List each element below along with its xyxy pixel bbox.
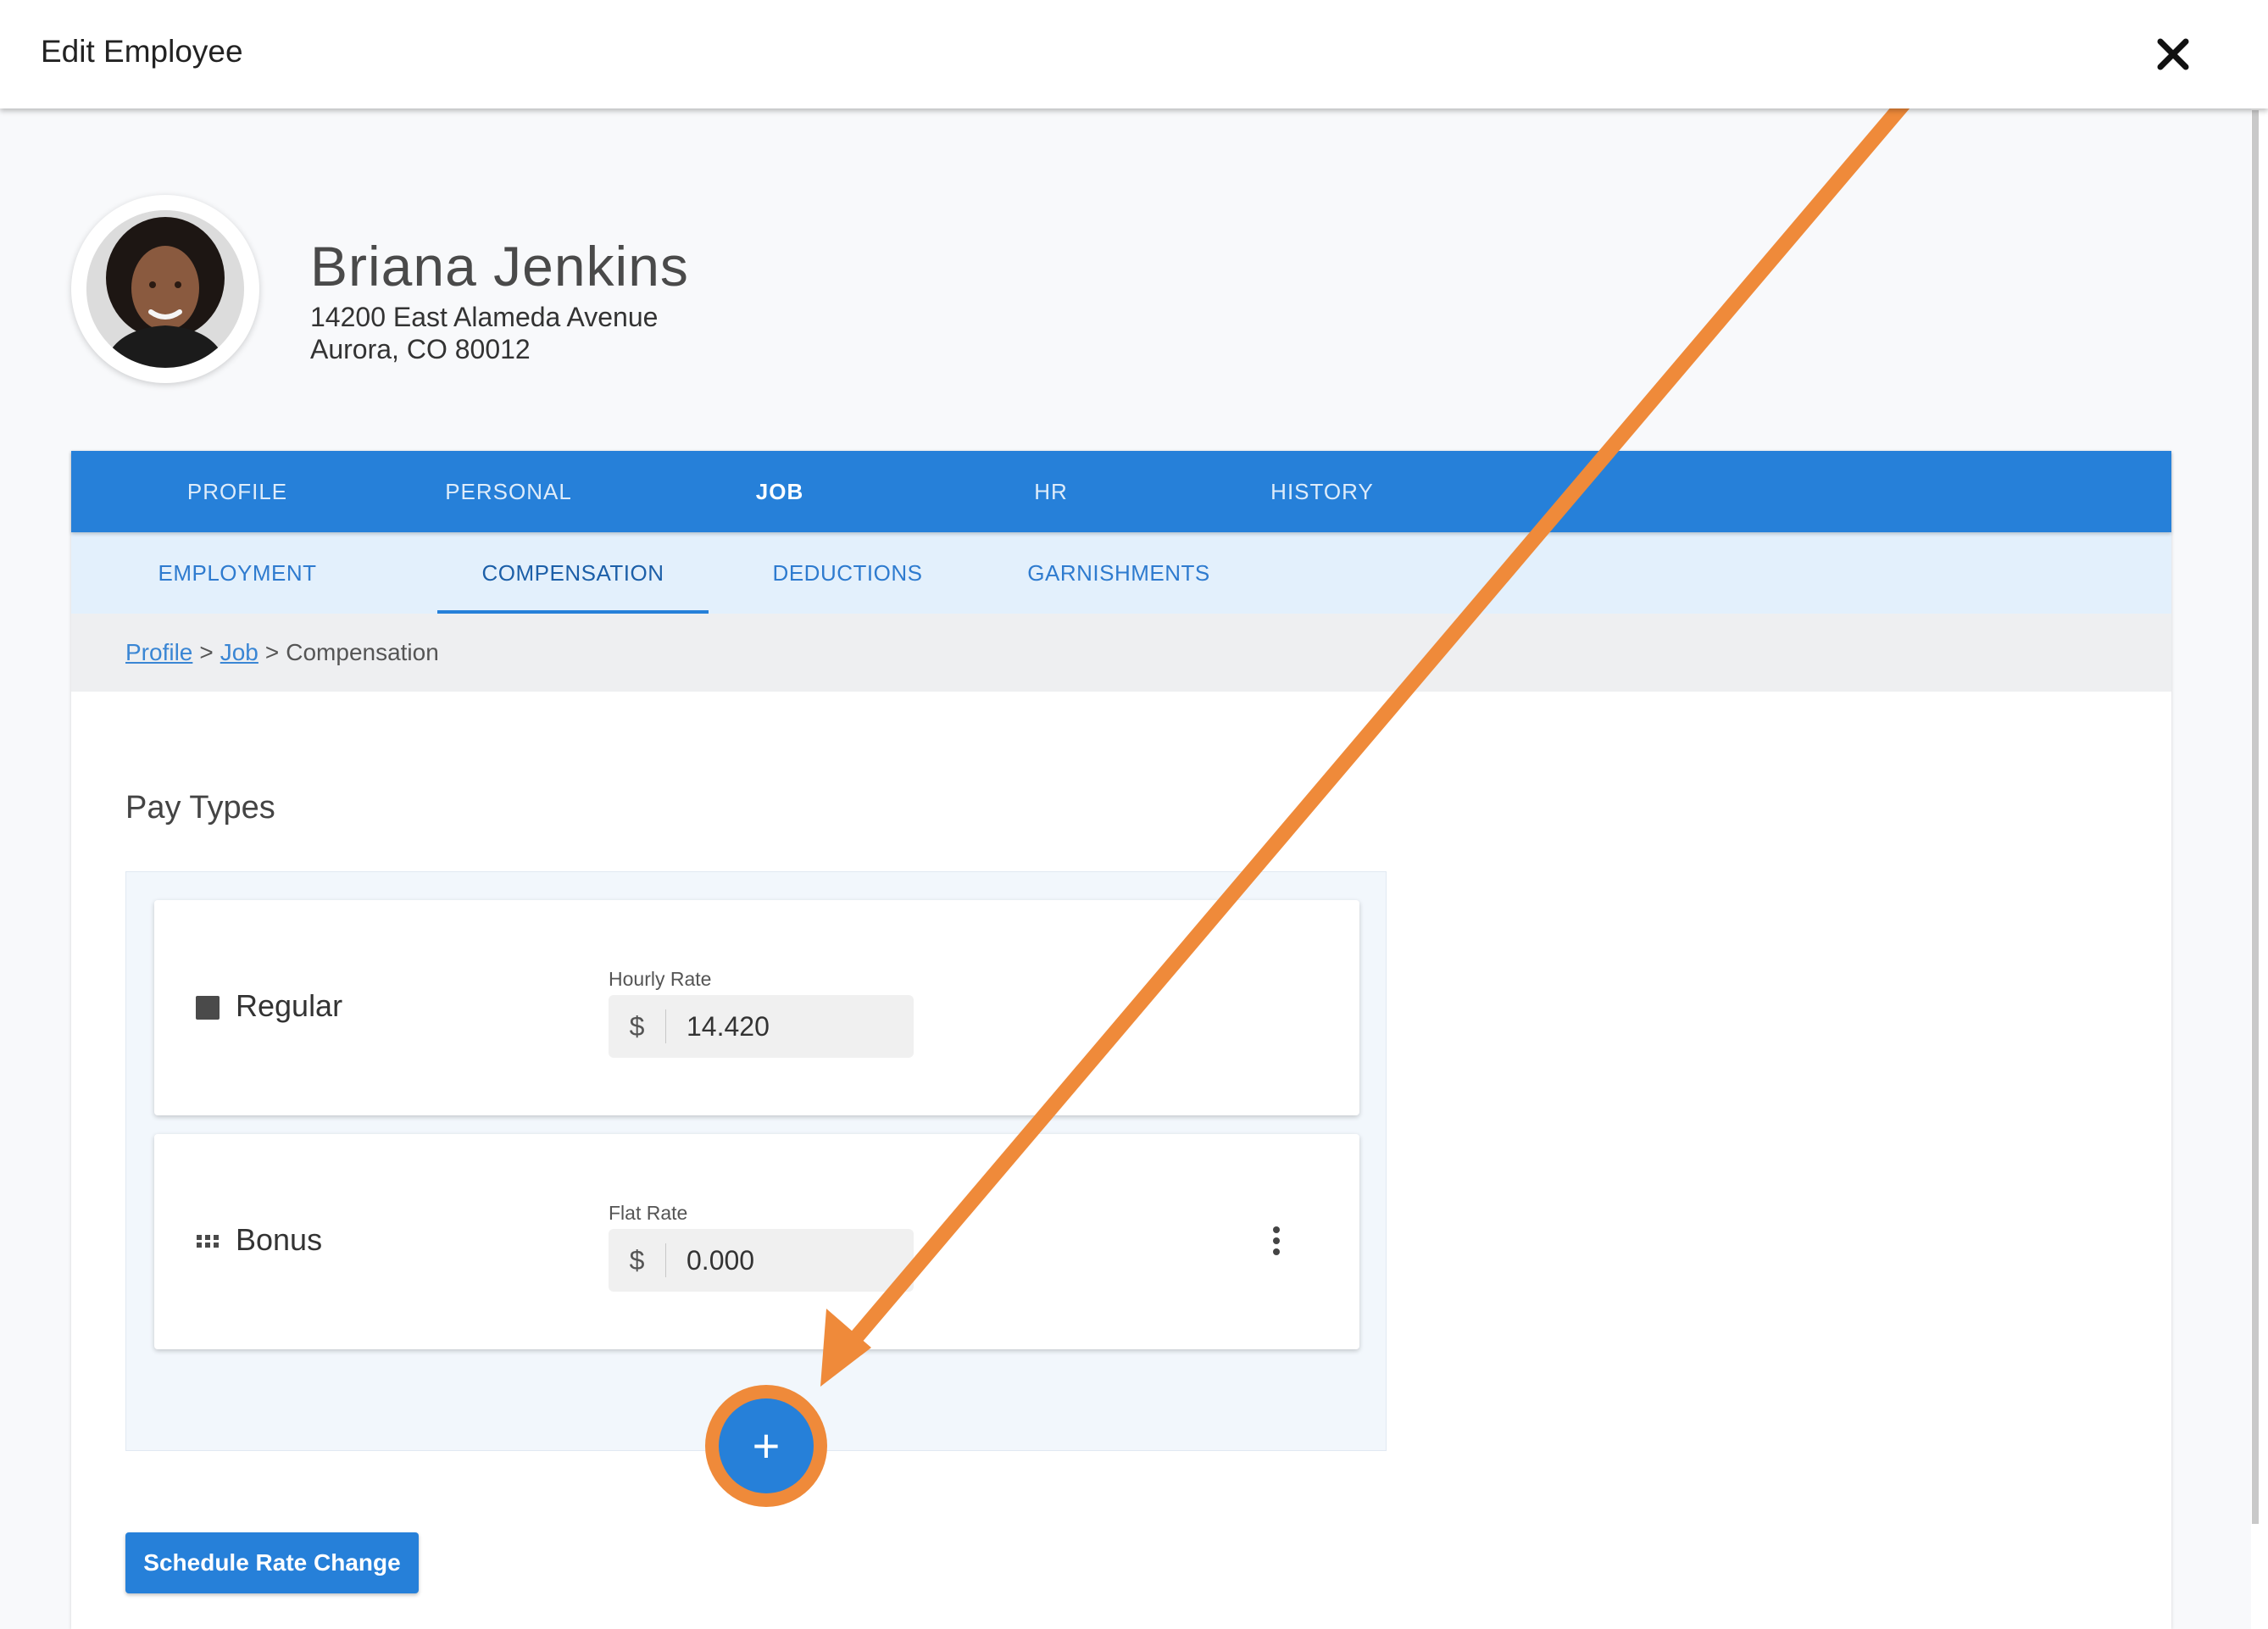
hourly-rate-input[interactable] xyxy=(666,1010,903,1042)
pay-type-card-bonus: Bonus Flat Rate $ xyxy=(154,1134,1359,1349)
square-icon xyxy=(196,996,220,1020)
tab-hr[interactable]: HR xyxy=(915,451,1187,532)
hourly-rate-field[interactable]: $ xyxy=(609,995,914,1058)
secondary-tabs: EMPLOYMENT COMPENSATION DEDUCTIONS GARNI… xyxy=(71,532,2171,614)
rate-label: Hourly Rate xyxy=(609,968,712,990)
avatar-frame xyxy=(71,195,259,383)
more-vertical-icon xyxy=(1273,1248,1280,1255)
tab-compensation[interactable]: COMPENSATION xyxy=(437,532,709,614)
breadcrumb-current: Compensation xyxy=(286,639,439,665)
dialog-title: Edit Employee xyxy=(41,34,243,69)
pay-type-name: Bonus xyxy=(236,1222,323,1257)
employee-address-line1: 14200 East Alameda Avenue xyxy=(310,302,659,332)
close-button[interactable] xyxy=(2153,31,2193,78)
tab-history[interactable]: HISTORY xyxy=(1187,451,1458,532)
currency-prefix: $ xyxy=(609,1009,666,1043)
plus-icon: + xyxy=(719,1398,814,1493)
rate-label: Flat Rate xyxy=(609,1202,688,1224)
schedule-rate-change-button[interactable]: Schedule Rate Change xyxy=(125,1532,419,1593)
close-icon xyxy=(2157,38,2189,70)
breadcrumb-job-link[interactable]: Job xyxy=(220,639,258,666)
breadcrumb-profile-link[interactable]: Profile xyxy=(125,639,192,666)
add-pay-type-button[interactable]: + xyxy=(705,1385,827,1507)
currency-prefix: $ xyxy=(609,1243,666,1277)
pay-type-card-regular: Regular Hourly Rate $ xyxy=(154,900,1359,1115)
tab-profile[interactable]: PROFILE xyxy=(102,451,373,532)
grid-dots-icon xyxy=(197,1235,219,1248)
more-options-button[interactable] xyxy=(1259,1224,1293,1258)
breadcrumb-separator: > xyxy=(264,639,280,665)
tab-deductions[interactable]: DEDUCTIONS xyxy=(712,532,983,614)
primary-tabs: PROFILE PERSONAL JOB HR HISTORY xyxy=(71,451,2171,532)
more-vertical-icon xyxy=(1273,1226,1280,1233)
employee-name: Briana Jenkins xyxy=(310,235,689,297)
breadcrumb: Profile > Job > Compensation xyxy=(71,614,2171,692)
scrollbar-thumb[interactable] xyxy=(2252,110,2259,1524)
tab-personal[interactable]: PERSONAL xyxy=(373,451,644,532)
tab-garnishments[interactable]: GARNISHMENTS xyxy=(983,532,1254,614)
breadcrumb-separator: > xyxy=(199,639,214,665)
flat-rate-field[interactable]: $ xyxy=(609,1229,914,1292)
more-vertical-icon xyxy=(1273,1237,1280,1244)
pay-types-heading: Pay Types xyxy=(125,790,275,826)
employee-address-line2: Aurora, CO 80012 xyxy=(310,334,531,364)
tab-job[interactable]: JOB xyxy=(644,451,915,532)
flat-rate-input[interactable] xyxy=(666,1244,903,1276)
avatar xyxy=(86,210,244,368)
avatar-image xyxy=(86,210,244,368)
pay-type-name: Regular xyxy=(236,988,343,1023)
dialog-header: Edit Employee xyxy=(0,0,2268,108)
tab-employment[interactable]: EMPLOYMENT xyxy=(102,532,373,614)
